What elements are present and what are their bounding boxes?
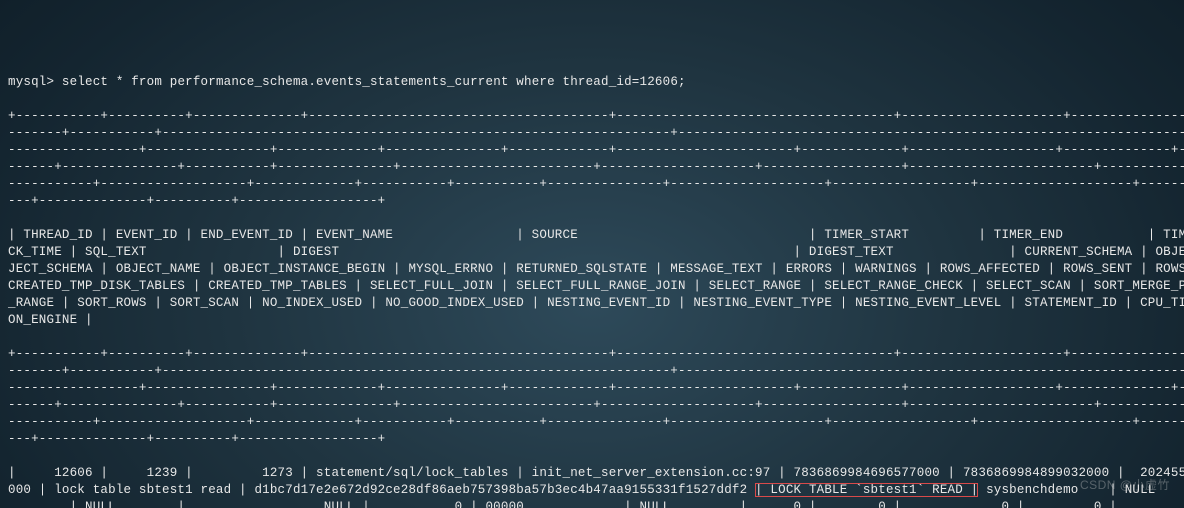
- highlighted-lock-table: | LOCK TABLE `sbtest1` READ |: [755, 483, 978, 497]
- mysql-prompt: mysql>: [8, 75, 54, 89]
- sql-query: select * from performance_schema.events_…: [62, 75, 686, 89]
- watermark: CSDN @小虚竹: [1080, 477, 1170, 494]
- separator-top-1: +-----------+----------+--------------+-…: [8, 108, 1176, 210]
- data-row: | 12606 | 1239 | 1273 | statement/sql/lo…: [8, 465, 1176, 508]
- separator-top-2: +-----------+----------+--------------+-…: [8, 346, 1176, 448]
- column-headers: | THREAD_ID | EVENT_ID | END_EVENT_ID | …: [8, 227, 1176, 329]
